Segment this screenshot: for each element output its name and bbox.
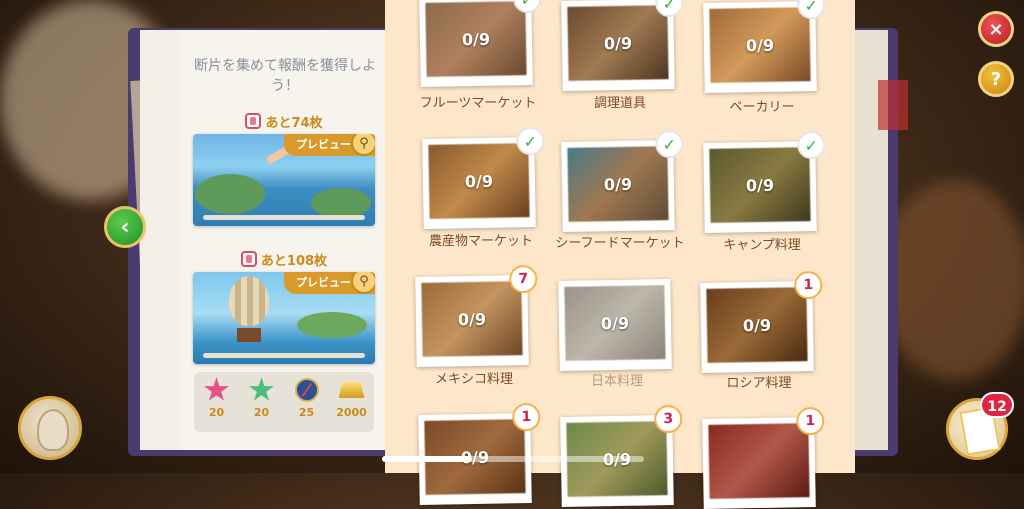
- stat-value: 20: [253, 406, 270, 419]
- background-blur: [880, 180, 1024, 380]
- reward-stats: 20 20 25 2000: [194, 372, 374, 432]
- tile-count: 0/9: [742, 315, 772, 336]
- fragment-icon: [245, 113, 262, 129]
- chevron-left-icon: ‹: [120, 214, 130, 240]
- magnifier-icon[interactable]: ⚲: [351, 272, 375, 294]
- tile-label: 日本料理: [590, 374, 643, 389]
- stat-value: 2000: [336, 406, 367, 419]
- pink-star-icon: [204, 377, 229, 401]
- tile-label: 農産物マーケット: [428, 234, 533, 249]
- tile-label: ベーカリー: [729, 100, 795, 115]
- reward-remaining-text: あと74枚: [265, 115, 323, 131]
- tile-label: ロシア料理: [726, 376, 792, 391]
- tile-image: [708, 423, 810, 499]
- tile-count: 0/9: [745, 35, 775, 56]
- stamp-decoration: [878, 80, 908, 130]
- fragment-count-badge: 7: [509, 264, 538, 294]
- stat-pink-star: 20: [196, 376, 238, 419]
- stat-green-star: 20: [241, 376, 283, 419]
- tile-count: 0/9: [461, 29, 491, 50]
- check-icon: ✓: [797, 130, 826, 160]
- reward-remaining-1: あと74枚: [192, 110, 376, 132]
- fragment-count-badge: 1: [512, 402, 541, 432]
- album-tile[interactable]: 0/9: [558, 279, 672, 371]
- portrait-icon: [37, 409, 69, 451]
- fragment-icon: [240, 251, 257, 267]
- gold-bar-icon: [338, 382, 365, 398]
- album-scrollbar[interactable]: [382, 456, 644, 462]
- stat-value: 20: [208, 406, 225, 419]
- reward-progress-bar: [203, 215, 365, 220]
- reward-card-2[interactable]: プレビュー ⚲: [193, 272, 375, 364]
- magnifier-icon[interactable]: ⚲: [351, 134, 375, 156]
- reward-progress-bar: [203, 353, 365, 358]
- reward-remaining-text: あと108枚: [260, 253, 328, 269]
- album-tile[interactable]: 0/9 ✓: [703, 130, 826, 233]
- help-icon: ?: [990, 68, 1002, 90]
- island-shape: [311, 188, 371, 218]
- tile-label: シーフードマーケット: [555, 236, 685, 251]
- album-tile[interactable]: 0/9 ✓: [419, 0, 542, 87]
- reward-card-1[interactable]: プレビュー ⚲: [193, 134, 375, 226]
- close-button[interactable]: ×: [978, 11, 1014, 47]
- check-icon: ✓: [516, 126, 545, 156]
- basket-shape: [237, 328, 261, 342]
- album-tile[interactable]: 0/9 ✓: [422, 126, 545, 229]
- tile-count: 0/9: [603, 174, 633, 195]
- album-tile[interactable]: 0/9 ✓: [703, 0, 826, 93]
- fragment-count-badge: 1: [794, 270, 823, 300]
- stat-gold: 2000: [331, 376, 373, 419]
- balloon-shape: [229, 276, 269, 326]
- cards-count-badge: 12: [980, 392, 1014, 418]
- album-grid[interactable]: 0/9 ✓ フルーツマーケット 0/9 ✓ 調理道具 0/9 ✓ ベーカリー 0…: [385, 0, 855, 509]
- reward-remaining-2: あと108枚: [192, 248, 376, 270]
- fragment-count-badge: 3: [654, 404, 683, 434]
- compass-icon: [294, 378, 319, 402]
- portrait-button[interactable]: [18, 396, 82, 460]
- album-tile[interactable]: 0/9 ✓: [561, 0, 684, 91]
- scrollbar-thumb[interactable]: [382, 456, 472, 462]
- close-icon: ×: [988, 18, 1004, 40]
- back-button[interactable]: ‹: [104, 206, 146, 248]
- check-icon: ✓: [655, 129, 684, 159]
- album-tile[interactable]: 0/9 ✓: [561, 129, 684, 232]
- fragment-count-badge: 1: [796, 406, 825, 436]
- album-tile[interactable]: 0/9 7: [415, 264, 538, 367]
- tile-count: 0/9: [745, 175, 775, 196]
- tile-count: 0/9: [457, 309, 487, 330]
- tile-label: メキシコ料理: [434, 372, 513, 387]
- stat-compass: 25: [286, 376, 328, 419]
- tile-count: 0/9: [464, 171, 494, 192]
- album-tile[interactable]: 0/9 1: [700, 270, 823, 373]
- tile-label: フルーツマーケット: [419, 96, 537, 111]
- album-tile[interactable]: 1: [702, 406, 825, 509]
- green-star-icon: [249, 377, 274, 401]
- tile-label: キャンプ料理: [723, 238, 801, 253]
- tile-label: 調理道具: [593, 96, 646, 111]
- tile-count: 0/9: [600, 313, 630, 334]
- collect-heading: 断片を集めて報酬を獲得しよう！: [194, 58, 376, 94]
- island-shape: [195, 174, 265, 214]
- tile-count: 0/9: [603, 33, 633, 54]
- help-button[interactable]: ?: [978, 61, 1014, 97]
- island-shape: [297, 312, 367, 338]
- stat-value: 25: [298, 406, 315, 419]
